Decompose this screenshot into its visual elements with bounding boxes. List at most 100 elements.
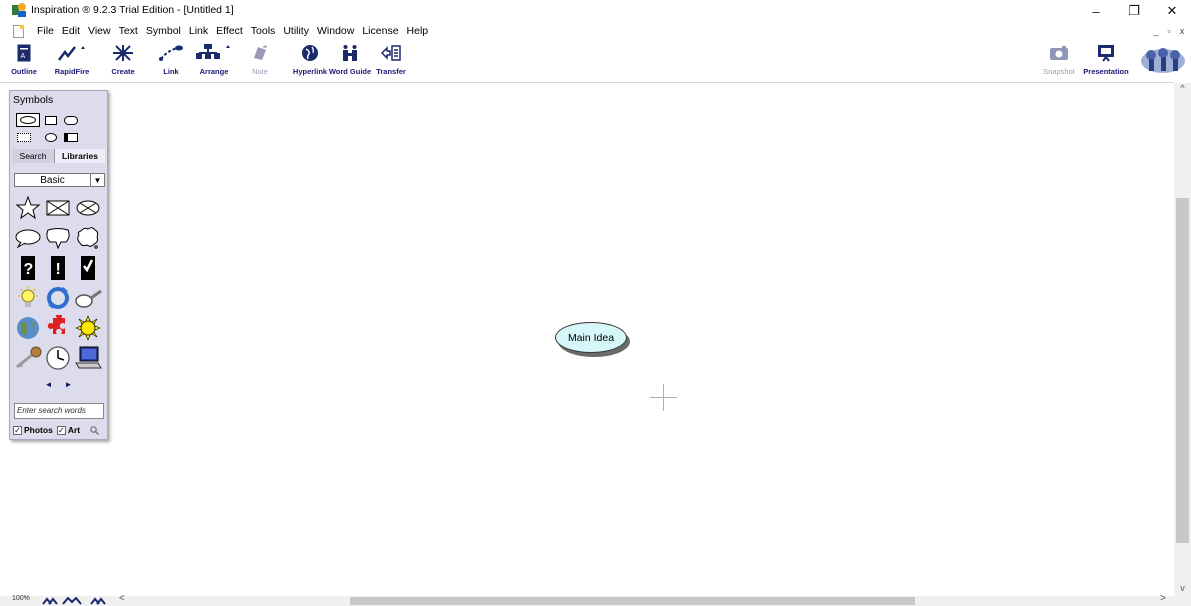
inspiration-logo xyxy=(1138,41,1188,83)
note-icon xyxy=(252,41,268,65)
arrange-button[interactable]: Arrange xyxy=(193,41,235,83)
word-guide-icon xyxy=(341,41,359,65)
menu-tools[interactable]: Tools xyxy=(247,25,280,37)
doc-restore-button[interactable]: ▫ xyxy=(1164,26,1174,36)
scroll-right-arrow[interactable]: > xyxy=(1160,593,1166,604)
cycle-arrows-symbol[interactable] xyxy=(44,284,72,312)
link-button[interactable]: Link xyxy=(157,41,185,83)
menu-link[interactable]: Link xyxy=(185,25,212,37)
symbol-search-input[interactable]: Enter search words xyxy=(14,403,104,419)
shape-rectangle[interactable] xyxy=(45,116,57,125)
vertical-scroll-thumb[interactable] xyxy=(1176,198,1189,543)
horizontal-scroll-thumb[interactable] xyxy=(350,597,915,605)
note-button[interactable]: Note xyxy=(250,41,270,83)
transfer-button[interactable]: Transfer xyxy=(376,41,406,83)
outline-icon: A xyxy=(17,41,31,65)
menu-symbol[interactable]: Symbol xyxy=(142,25,185,37)
menu-edit[interactable]: Edit xyxy=(58,25,84,37)
envelope-symbol[interactable] xyxy=(44,194,72,222)
magnifier-symbol[interactable] xyxy=(74,284,102,312)
crossed-oval-symbol[interactable] xyxy=(74,194,102,222)
word-guide-button[interactable]: Word Guide xyxy=(327,41,373,83)
chevron-down-icon[interactable]: ▼ xyxy=(90,174,104,186)
rapidfire-icon xyxy=(57,41,87,65)
checkmark-symbol[interactable] xyxy=(74,254,102,282)
tab-libraries[interactable]: Libraries xyxy=(54,149,105,163)
symbol-page-nav: ◄ ► xyxy=(10,380,107,394)
globe-icon xyxy=(301,41,319,65)
callout-symbol[interactable] xyxy=(44,224,72,252)
app-icon xyxy=(12,3,26,17)
document-icon[interactable] xyxy=(13,24,24,38)
menu-help[interactable]: Help xyxy=(403,25,433,37)
zoom-view-icon[interactable] xyxy=(90,597,106,605)
minimize-button[interactable]: – xyxy=(1077,0,1115,22)
doc-close-button[interactable]: x xyxy=(1177,26,1187,36)
symbol-grid: ? ! xyxy=(14,194,104,379)
key-symbol[interactable] xyxy=(14,344,42,372)
art-checkbox[interactable]: ✓ xyxy=(56,425,66,435)
question-mark-symbol[interactable]: ? xyxy=(14,254,42,282)
title-bar: Inspiration ® 9.2.3 Trial Edition - [Unt… xyxy=(0,0,1191,20)
shape-ellipse[interactable] xyxy=(45,133,57,142)
symbols-palette[interactable]: Symbols Search Libraries Basic ▼ ? ! ◄ ►… xyxy=(9,90,108,440)
library-select[interactable]: Basic ▼ xyxy=(14,173,105,187)
rapidfire-button[interactable]: RapidFire xyxy=(52,41,92,83)
menu-window[interactable]: Window xyxy=(313,25,358,37)
close-button[interactable]: ✕ xyxy=(1153,0,1191,22)
presentation-icon xyxy=(1097,41,1115,65)
menu-file[interactable]: File xyxy=(33,25,58,37)
search-icon[interactable] xyxy=(90,425,100,435)
photos-checkbox[interactable]: ✓ xyxy=(13,425,22,435)
next-page-arrow-icon[interactable]: ► xyxy=(65,380,73,394)
palette-title: Symbols xyxy=(13,94,54,106)
exclamation-symbol[interactable]: ! xyxy=(44,254,72,282)
star-symbol[interactable] xyxy=(14,194,42,222)
menu-utility[interactable]: Utility xyxy=(279,25,313,37)
lightbulb-symbol[interactable] xyxy=(14,284,42,312)
prev-page-arrow-icon[interactable]: ◄ xyxy=(45,380,53,394)
menu-license[interactable]: License xyxy=(358,25,402,37)
earth-symbol[interactable] xyxy=(14,314,42,342)
vertical-scrollbar[interactable]: ^ v xyxy=(1174,83,1191,596)
doc-minimize-button[interactable]: _ xyxy=(1151,26,1161,36)
clock-symbol[interactable] xyxy=(44,344,72,372)
restore-button[interactable]: ❐ xyxy=(1115,0,1153,22)
scroll-down-arrow[interactable]: v xyxy=(1174,583,1191,597)
shape-bar-rect[interactable] xyxy=(64,133,78,142)
shape-dotted-rect[interactable] xyxy=(17,133,31,142)
photos-label: Photos xyxy=(24,425,53,435)
crosshair-cursor-icon xyxy=(650,384,677,411)
presentation-button[interactable]: Presentation xyxy=(1083,41,1129,83)
menu-text[interactable]: Text xyxy=(115,25,142,37)
basic-shapes xyxy=(14,111,104,143)
create-button[interactable]: Create xyxy=(104,41,142,83)
speech-bubble-symbol[interactable] xyxy=(14,224,42,252)
outline-button[interactable]: A Outline xyxy=(11,41,37,83)
svg-text:!: ! xyxy=(56,261,61,278)
menu-effect[interactable]: Effect xyxy=(212,25,247,37)
search-filter-row: ✓ Photos ✓ Art xyxy=(13,425,100,435)
thought-cloud-symbol[interactable] xyxy=(74,224,102,252)
shape-selector-oval-selected[interactable] xyxy=(16,113,40,127)
palette-tabs: Search Libraries xyxy=(10,149,107,163)
library-value: Basic xyxy=(40,175,65,186)
window-controls: – ❐ ✕ xyxy=(1077,0,1191,22)
create-icon xyxy=(106,41,140,65)
scroll-left-arrow[interactable]: < xyxy=(119,593,125,604)
shape-rounded-rect[interactable] xyxy=(64,116,78,125)
fit-view-icon[interactable] xyxy=(62,597,82,605)
laptop-symbol[interactable] xyxy=(74,344,102,372)
menu-view[interactable]: View xyxy=(84,25,115,37)
main-idea-node[interactable]: Main Idea xyxy=(555,322,630,357)
document-window-controls: _ ▫ x xyxy=(1151,26,1187,36)
snapshot-button[interactable]: Snapshot xyxy=(1042,41,1076,83)
zoom-level[interactable]: 100% xyxy=(12,595,30,602)
scroll-up-arrow[interactable]: ^ xyxy=(1174,83,1191,97)
sun-symbol[interactable] xyxy=(74,314,102,342)
page-view-icon[interactable] xyxy=(42,597,58,605)
node-label[interactable]: Main Idea xyxy=(555,322,627,353)
arrange-icon xyxy=(195,41,233,65)
puzzle-piece-symbol[interactable] xyxy=(44,314,72,342)
tab-search[interactable]: Search xyxy=(12,149,54,163)
